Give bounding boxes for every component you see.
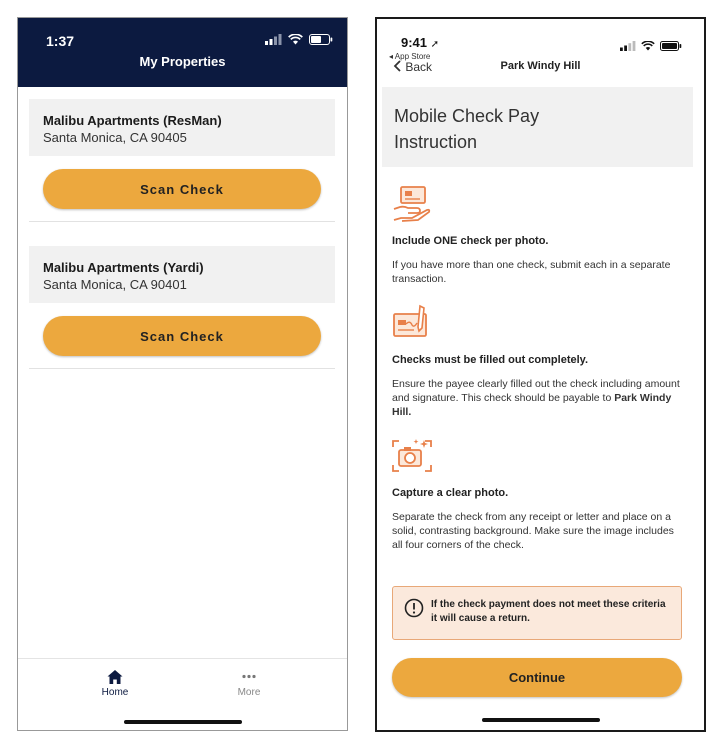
instruction-heading-block: Mobile Check Pay Instruction bbox=[382, 87, 693, 167]
property-city: Santa Monica, CA 90405 bbox=[43, 130, 187, 145]
tab-home-label: Home bbox=[101, 687, 129, 698]
right-phone-screen: 9:41 ➚ ◂ App Store Back Park Windy Hill bbox=[375, 17, 706, 732]
nav-title: Park Windy Hill bbox=[500, 60, 581, 72]
page-title: My Properties bbox=[139, 54, 226, 69]
property-address-block: Malibu Apartments (ResMan) Santa Monica,… bbox=[29, 99, 335, 156]
signal-icon bbox=[620, 41, 636, 51]
wifi-icon bbox=[641, 41, 655, 51]
location-arrow-icon: ➚ bbox=[430, 39, 440, 50]
instruction-item: Include ONE check per photo. If you have… bbox=[392, 185, 682, 295]
warning-text: If the check payment does not meet these… bbox=[431, 599, 666, 624]
home-indicator bbox=[481, 718, 600, 722]
property-name: Malibu Apartments (ResMan) bbox=[43, 113, 222, 128]
property-city: Santa Monica, CA 90401 bbox=[43, 277, 187, 292]
app-header: 1:37 My Properties bbox=[18, 18, 347, 87]
battery-icon bbox=[660, 41, 682, 51]
instruction-item: Capture a clear photo. Separate the chec… bbox=[392, 437, 682, 577]
continue-button[interactable]: Continue bbox=[392, 658, 682, 697]
instruction-body: Ensure the payee clearly filled out the … bbox=[392, 377, 682, 419]
battery-icon bbox=[309, 34, 333, 45]
scan-check-button[interactable]: Scan Check bbox=[43, 169, 321, 209]
property-name: Malibu Apartments (Yardi) bbox=[43, 260, 204, 275]
wifi-icon bbox=[288, 34, 303, 45]
status-time-text: 9:41 bbox=[401, 35, 428, 50]
hand-check-icon bbox=[393, 186, 431, 222]
warning-box: If the check payment does not meet these… bbox=[392, 586, 682, 640]
more-dots-icon bbox=[242, 674, 256, 679]
card-divider bbox=[29, 368, 335, 369]
instruction-body: If you have more than one check, submit … bbox=[392, 259, 671, 285]
filled-check-pen-icon bbox=[393, 304, 427, 337]
scan-check-button[interactable]: Scan Check bbox=[43, 316, 321, 356]
alert-circle-icon bbox=[404, 598, 424, 618]
instruction-heading-line1: Mobile Check Pay bbox=[394, 106, 540, 126]
left-phone-screen: 1:37 My Properties Malibu Apartments (Re… bbox=[17, 17, 348, 731]
home-indicator bbox=[123, 720, 242, 724]
status-icons bbox=[265, 34, 333, 45]
property-address-block: Malibu Apartments (Yardi) Santa Monica, … bbox=[29, 246, 335, 303]
instruction-title: Include ONE check per photo. bbox=[392, 235, 549, 247]
instruction-item: Checks must be filled out completely. En… bbox=[392, 304, 682, 434]
tab-more-label: More bbox=[237, 687, 261, 698]
instruction-body: Separate the check from any receipt or l… bbox=[392, 511, 674, 551]
signal-icon bbox=[265, 34, 282, 45]
home-icon bbox=[107, 670, 123, 684]
card-divider bbox=[29, 221, 335, 222]
tab-more[interactable]: More bbox=[214, 669, 284, 698]
instruction-heading-line2: Instruction bbox=[394, 132, 478, 152]
property-card: Malibu Apartments (Yardi) Santa Monica, … bbox=[29, 246, 335, 370]
instruction-title: Capture a clear photo. bbox=[392, 487, 509, 499]
status-time: 1:37 bbox=[46, 33, 75, 49]
camera-icon bbox=[392, 439, 432, 472]
tab-bar: Home More bbox=[18, 658, 347, 730]
instruction-title: Checks must be filled out completely. bbox=[392, 354, 589, 366]
status-time: 9:41 ➚ bbox=[401, 35, 439, 50]
property-card: Malibu Apartments (ResMan) Santa Monica,… bbox=[29, 99, 335, 223]
status-icons bbox=[620, 41, 682, 51]
tab-home[interactable]: Home bbox=[80, 669, 150, 698]
